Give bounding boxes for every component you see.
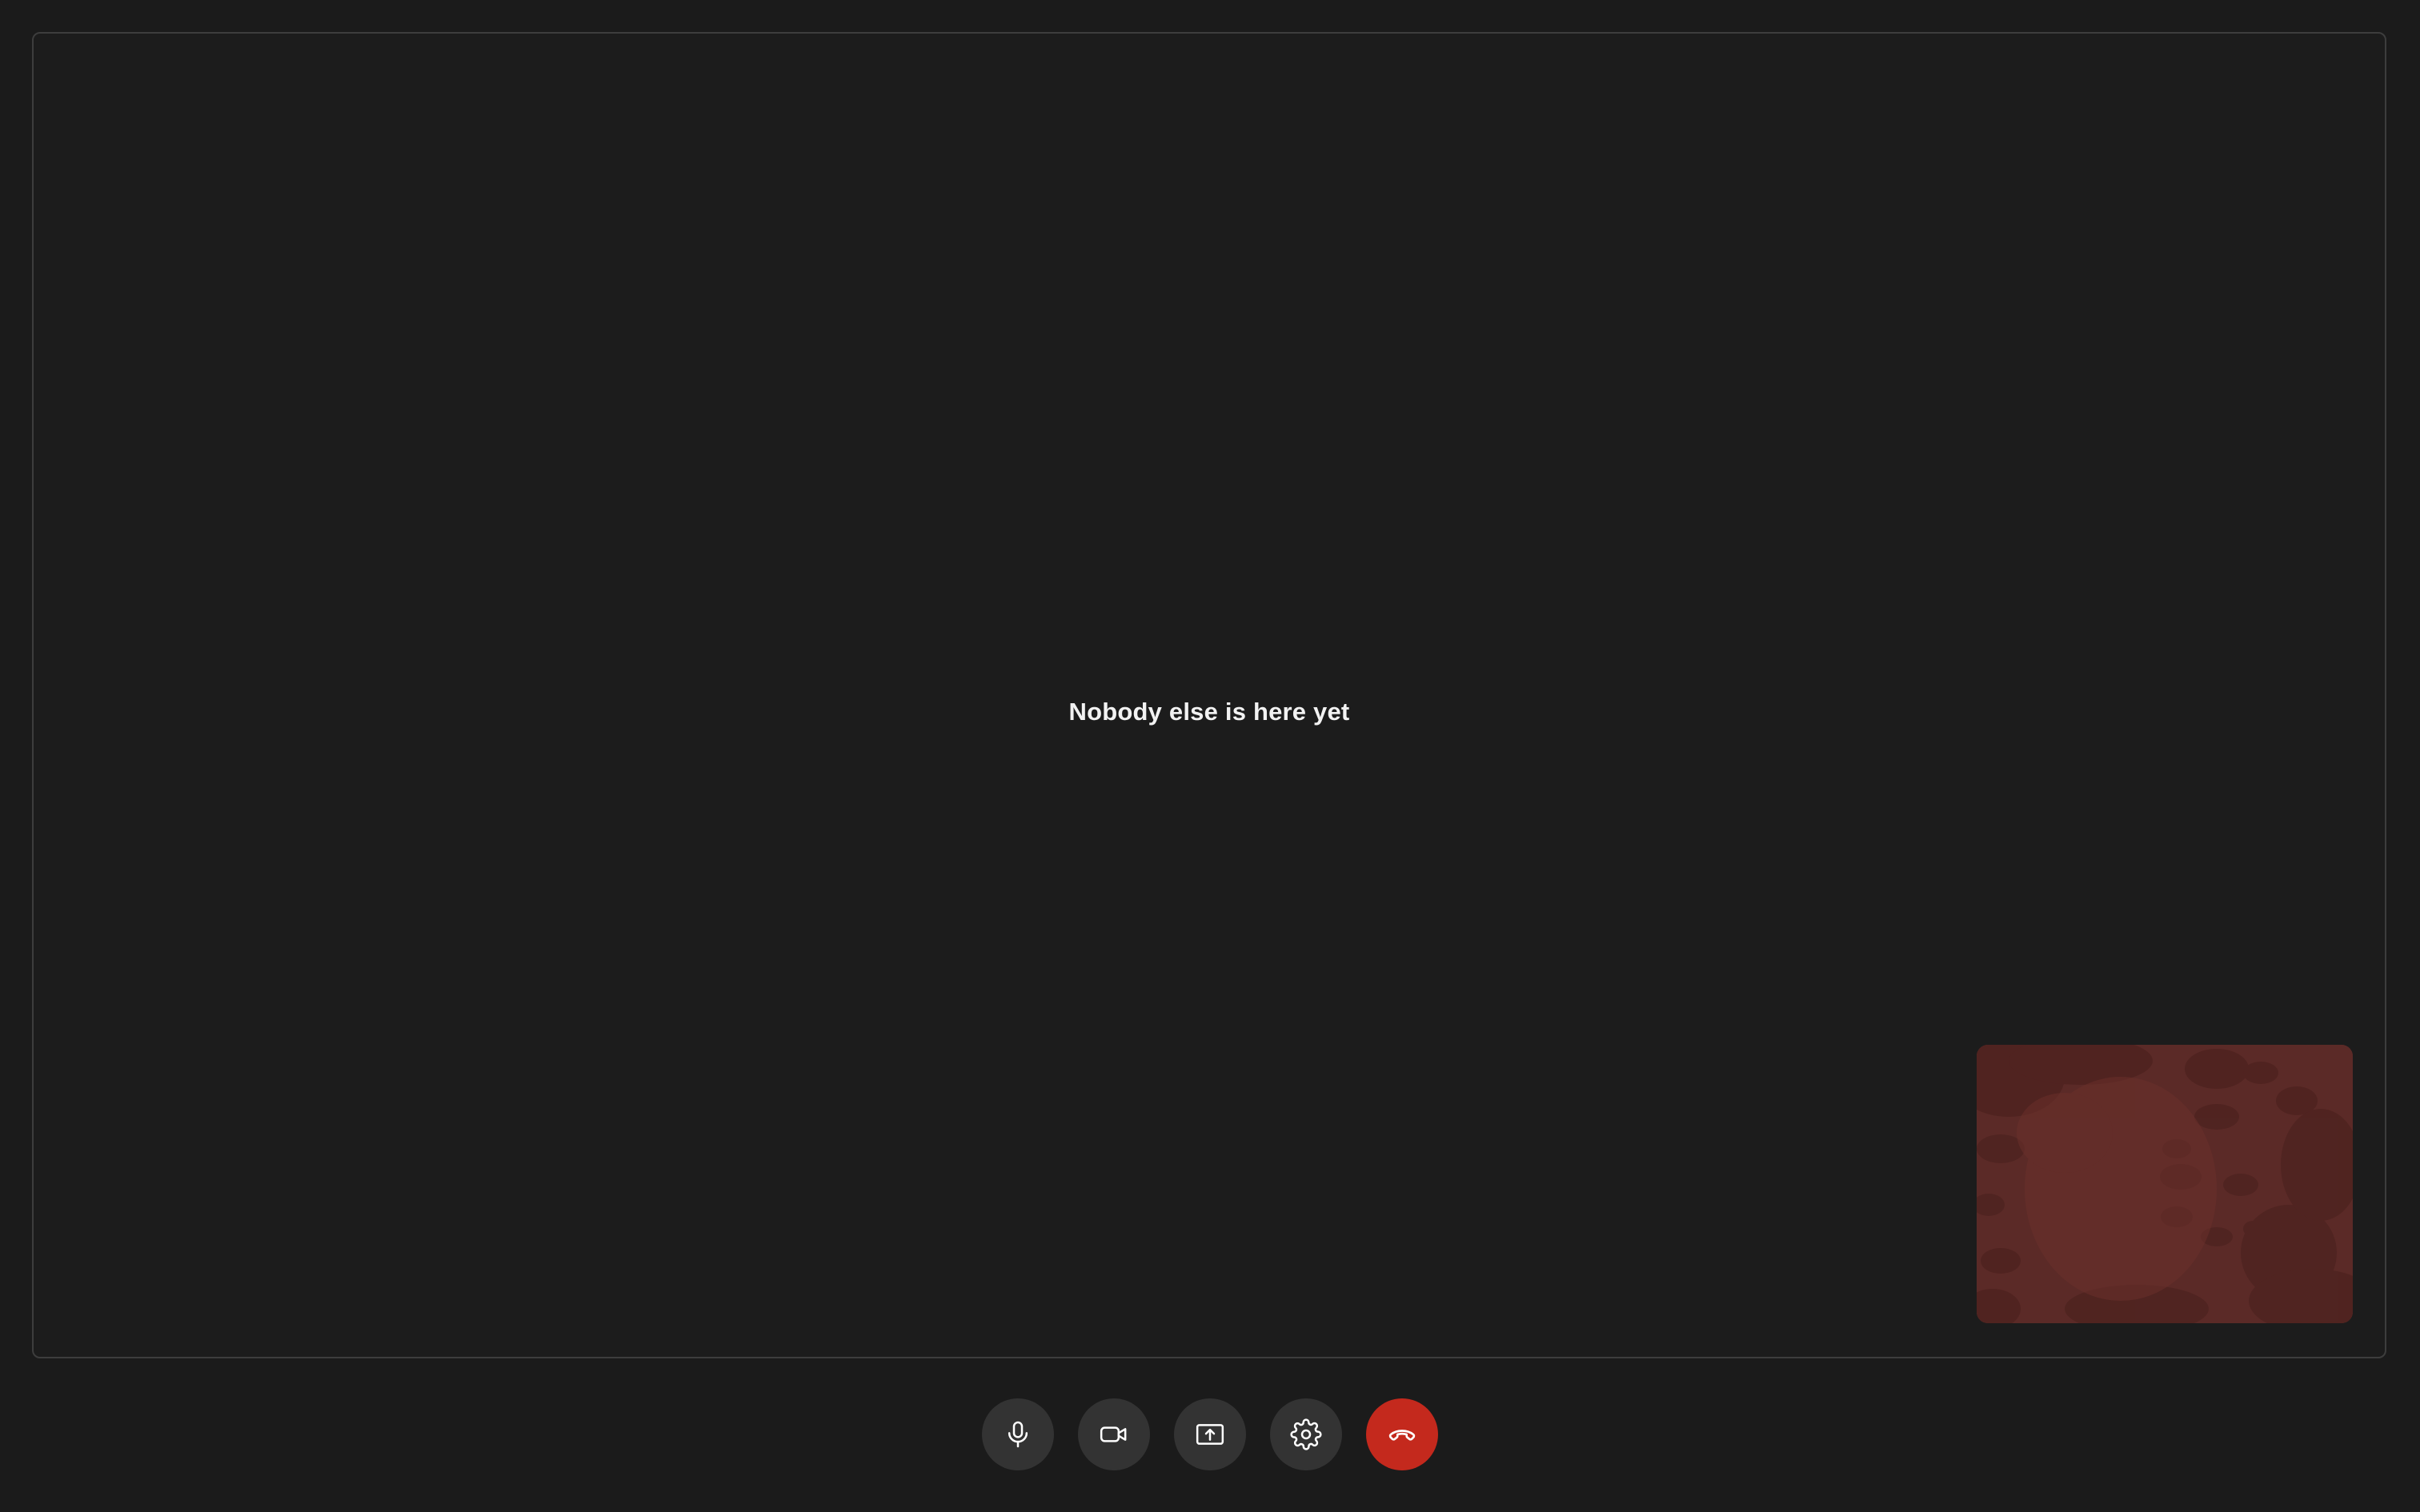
video-camera-icon [1098,1418,1130,1450]
self-view-feed [1977,1045,2353,1323]
microphone-icon [1002,1418,1034,1450]
gear-icon [1290,1418,1322,1450]
call-stage: Nobody else is here yet [32,32,2386,1358]
microphone-button[interactable] [982,1398,1054,1470]
camera-button[interactable] [1078,1398,1150,1470]
self-view-video[interactable] [1977,1045,2353,1323]
call-controls-bar [0,1398,2420,1472]
screen-share-button[interactable] [1174,1398,1246,1470]
phone-hangup-icon [1386,1418,1418,1450]
empty-room-message: Nobody else is here yet [1068,698,1350,726]
hang-up-button[interactable] [1366,1398,1438,1470]
screen-share-icon [1194,1418,1226,1450]
settings-button[interactable] [1270,1398,1342,1470]
